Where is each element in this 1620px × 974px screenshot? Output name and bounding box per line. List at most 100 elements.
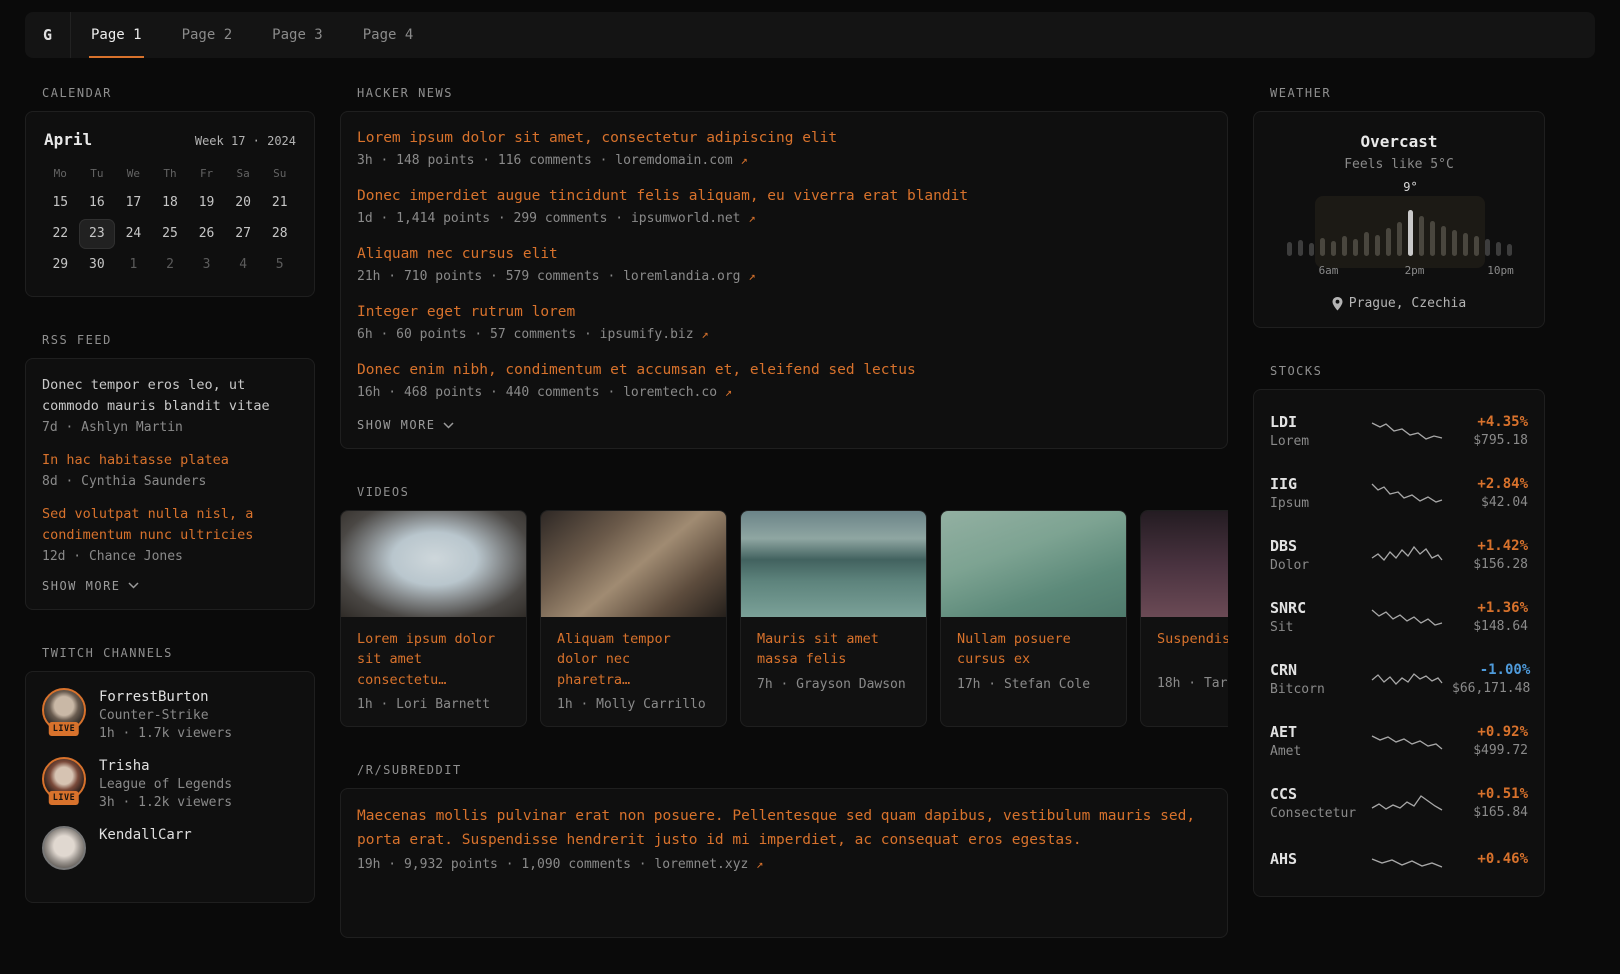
dashboard-content: CALENDAR April Week 17 · 2024 Mo Tu We T…: [25, 86, 1545, 974]
rss-show-more-button[interactable]: SHOW MORE: [42, 579, 139, 593]
twitch-widget-title: TWITCH CHANNELS: [42, 646, 315, 660]
stock-change: +2.84%: [1452, 476, 1528, 492]
weather-bar: [1430, 221, 1435, 256]
rss-item: Donec tempor eros leo, ut commodo mauris…: [42, 375, 298, 435]
rss-item-title[interactable]: Donec tempor eros leo, ut commodo mauris…: [42, 375, 298, 417]
calendar-day: 30: [79, 250, 116, 280]
video-card[interactable]: Aliquam tempor dolor nec pharetra… 1h · …: [540, 510, 727, 727]
video-card[interactable]: Mauris sit amet massa felis 7h · Grayson…: [740, 510, 927, 727]
calendar-day-next-month: 4: [225, 250, 262, 280]
calendar-day-next-month: 3: [188, 250, 225, 280]
hn-story-domain-link[interactable]: loremlandia.org ↗: [623, 269, 755, 284]
hn-story-domain: ipsumworld.net: [631, 211, 741, 226]
rss-item-title[interactable]: Sed volutpat nulla nisl, a condimentum n…: [42, 504, 298, 546]
video-thumbnail[interactable]: [341, 511, 527, 617]
subreddit-post-title[interactable]: Maecenas mollis pulvinar erat non posuer…: [357, 805, 1211, 853]
stock-row[interactable]: SNRC Sit +1.36% $148.64: [1270, 586, 1528, 648]
hn-story-title[interactable]: Lorem ipsum dolor sit amet, consectetur …: [357, 128, 1211, 149]
videos-widget-title: VIDEOS: [357, 485, 1228, 499]
external-link-icon: ↗: [725, 385, 732, 399]
subreddit-post-domain-link[interactable]: loremnet.xyz ↗: [654, 857, 763, 872]
calendar-day: 17: [115, 188, 152, 218]
stock-row[interactable]: CRN Bitcorn -1.00% $66,171.48: [1270, 648, 1528, 710]
rss-card: Donec tempor eros leo, ut commodo mauris…: [25, 358, 315, 610]
twitch-channel[interactable]: LIVE ForrestBurton Counter-Strike 1h · 1…: [42, 688, 298, 741]
hn-story-domain: loremlandia.org: [623, 269, 740, 284]
hackernews-widget-title: HACKER NEWS: [357, 86, 1228, 100]
video-thumbnail[interactable]: [741, 511, 927, 617]
hn-story-domain-link[interactable]: ipsumify.biz ↗: [600, 327, 709, 342]
hn-story-title[interactable]: Integer eget rutrum lorem: [357, 302, 1211, 323]
stock-name: Consectetur: [1270, 806, 1362, 821]
hn-story-meta: 1d · 1,414 points · 299 comments · ipsum…: [357, 211, 1211, 226]
calendar-widget: CALENDAR April Week 17 · 2024 Mo Tu We T…: [25, 86, 315, 297]
stock-price: $795.18: [1452, 433, 1528, 448]
hn-story-domain-link[interactable]: loremtech.co ↗: [623, 385, 732, 400]
twitch-widget: TWITCH CHANNELS LIVE ForrestBurton Count…: [25, 646, 315, 903]
stock-change: +0.92%: [1452, 724, 1528, 740]
hn-story-domain-link[interactable]: ipsumworld.net ↗: [631, 211, 756, 226]
stock-sparkline: [1370, 790, 1444, 816]
calendar-day: 28: [261, 219, 298, 249]
video-title[interactable]: Suspendisse diam: [1157, 629, 1228, 669]
tab-page-3[interactable]: Page 3: [252, 12, 343, 58]
video-card[interactable]: Suspendisse diam 18h · Tara: [1140, 510, 1228, 727]
hn-story: Aliquam nec cursus elit 21h · 710 points…: [357, 244, 1211, 284]
rss-item-title[interactable]: In hac habitasse platea: [42, 450, 298, 471]
hn-story-domain: loremdomain.com: [615, 153, 732, 168]
current-temp-label: 9°: [1403, 180, 1417, 194]
stock-row[interactable]: AET Amet +0.92% $499.72: [1270, 710, 1528, 772]
rss-widget: RSS FEED Donec tempor eros leo, ut commo…: [25, 333, 315, 610]
hn-story-title[interactable]: Donec imperdiet augue tincidunt felis al…: [357, 186, 1211, 207]
video-thumbnail[interactable]: [941, 511, 1127, 617]
videos-row: Lorem ipsum dolor sit amet consectetu… 1…: [340, 510, 1228, 727]
stock-price: $148.64: [1452, 619, 1528, 634]
twitch-channel-meta: 3h · 1.2k viewers: [99, 795, 232, 810]
video-title[interactable]: Lorem ipsum dolor sit amet consectetu…: [357, 629, 510, 690]
hackernews-card: Lorem ipsum dolor sit amet, consectetur …: [340, 111, 1228, 449]
video-title[interactable]: Aliquam tempor dolor nec pharetra…: [557, 629, 710, 690]
tab-page-1[interactable]: Page 1: [71, 12, 162, 58]
chevron-down-icon: [128, 582, 139, 589]
stock-symbol: LDI: [1270, 413, 1362, 431]
stock-row[interactable]: CCS Consectetur +0.51% $165.84: [1270, 772, 1528, 834]
calendar-day: 27: [225, 219, 262, 249]
stock-row[interactable]: DBS Dolor +1.42% $156.28: [1270, 524, 1528, 586]
video-thumbnail[interactable]: [541, 511, 727, 617]
calendar-day: 29: [42, 250, 79, 280]
right-column: WEATHER Overcast Feels like 5°C 9° 6am 2…: [1253, 86, 1545, 974]
weather-bar: [1507, 244, 1512, 256]
tab-page-2[interactable]: Page 2: [162, 12, 253, 58]
weather-bar: [1419, 216, 1424, 256]
calendar-month: April: [44, 130, 92, 149]
avatar: LIVE: [42, 688, 86, 732]
stocks-widget-title: STOCKS: [1270, 364, 1545, 378]
hn-story-domain-link[interactable]: loremdomain.com ↗: [615, 153, 747, 168]
weather-location: Prague, Czechia: [1270, 296, 1528, 311]
stock-row[interactable]: IIG Ipsum +2.84% $42.04: [1270, 462, 1528, 524]
stock-symbol: AHS: [1270, 850, 1362, 868]
video-card[interactable]: Nullam posuere cursus ex 17h · Stefan Co…: [940, 510, 1127, 727]
video-card[interactable]: Lorem ipsum dolor sit amet consectetu… 1…: [340, 510, 527, 727]
video-thumbnail[interactable]: [1141, 511, 1228, 617]
video-meta: 17h · Stefan Cole: [957, 677, 1110, 692]
stock-row[interactable]: AHS +0.46%: [1270, 834, 1528, 886]
twitch-channel-name: ForrestBurton: [99, 689, 232, 705]
video-title[interactable]: Nullam posuere cursus ex: [957, 629, 1110, 670]
hn-story-title[interactable]: Donec enim nibh, condimentum et accumsan…: [357, 360, 1211, 381]
video-title[interactable]: Mauris sit amet massa felis: [757, 629, 910, 670]
hn-show-more-button[interactable]: SHOW MORE: [357, 418, 454, 432]
weather-bar: [1331, 241, 1336, 256]
twitch-channel[interactable]: KendallCarr: [42, 826, 298, 870]
stock-row[interactable]: LDI Lorem +4.35% $795.18: [1270, 400, 1528, 462]
weather-bar: [1309, 243, 1314, 256]
subreddit-post-domain: loremnet.xyz: [654, 857, 748, 872]
twitch-channel[interactable]: LIVE Trisha League of Legends 3h · 1.2k …: [42, 757, 298, 810]
hn-story-title[interactable]: Aliquam nec cursus elit: [357, 244, 1211, 265]
logo[interactable]: G: [25, 12, 71, 58]
weather-time-label: 6am: [1319, 264, 1339, 277]
live-badge: LIVE: [49, 791, 79, 805]
weather-location-label: Prague, Czechia: [1349, 296, 1466, 311]
weather-bar: [1375, 235, 1380, 256]
tab-page-4[interactable]: Page 4: [343, 12, 434, 58]
